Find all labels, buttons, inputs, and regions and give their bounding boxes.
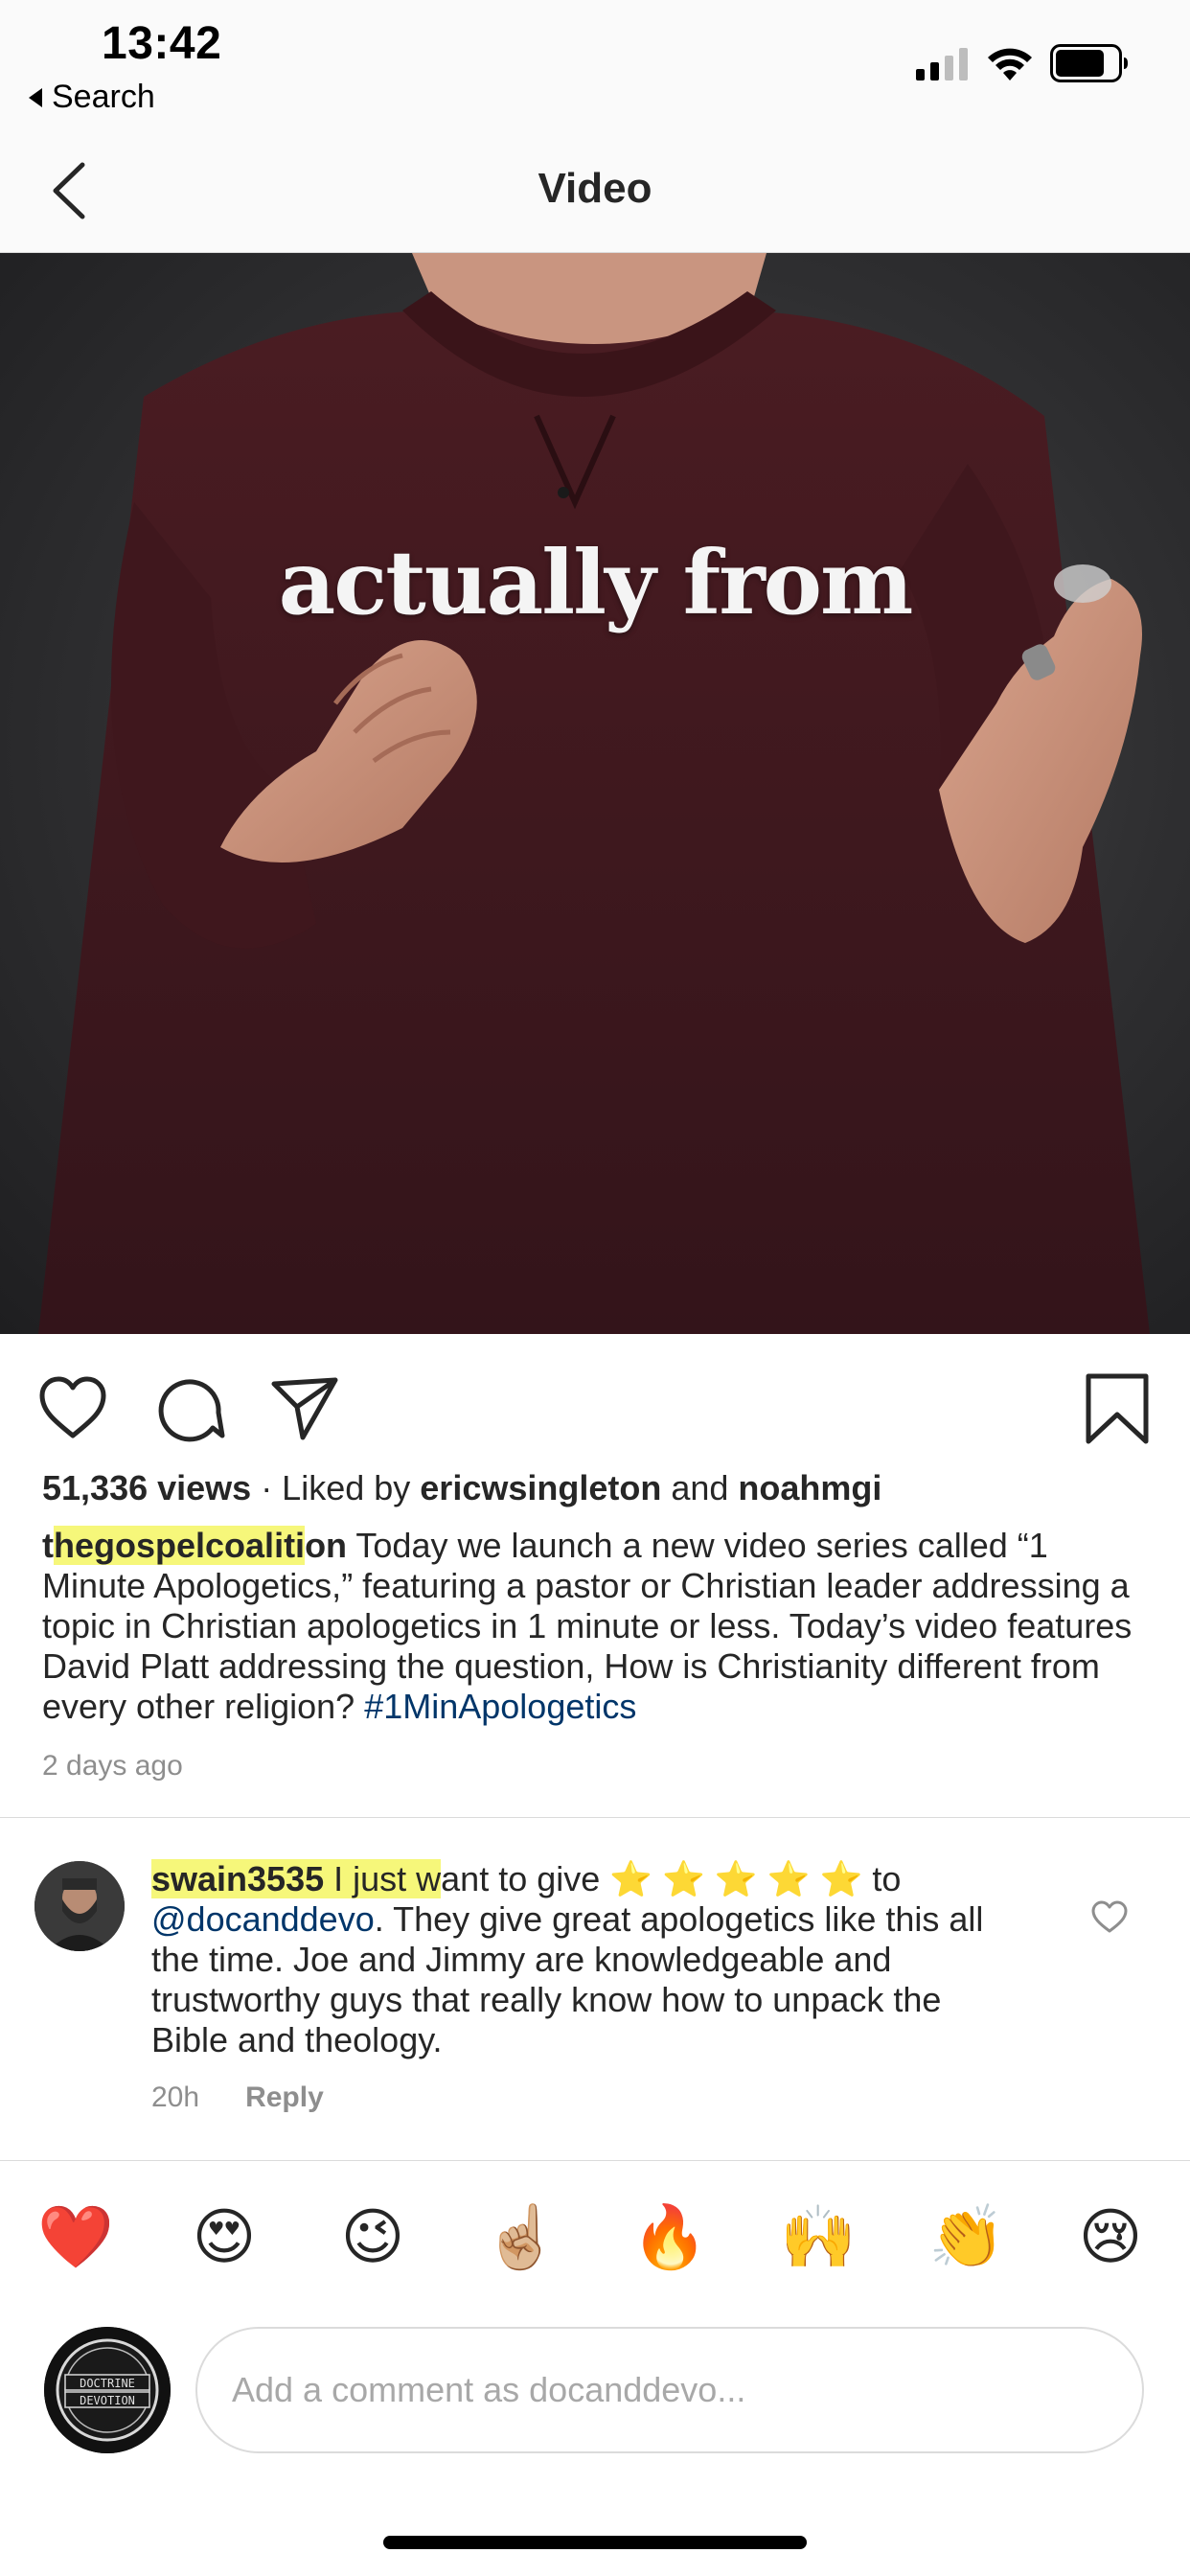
back-to-app-link[interactable]: Search (29, 79, 155, 116)
bookmark-icon[interactable] (1081, 1372, 1154, 1445)
back-app-label: Search (52, 79, 155, 115)
emoji-point-up-button[interactable]: ☝🏼 (478, 2195, 564, 2281)
emoji-fire-button[interactable]: 🔥 (627, 2195, 713, 2281)
comment-bubble-icon[interactable] (153, 1372, 226, 1445)
emoji-quick-bar: ❤️ 😍 😉 ☝🏼 🔥 🙌 👏 😢 (0, 2195, 1190, 2281)
caption-username[interactable]: thegospelcoalition (42, 1526, 347, 1565)
comment-input[interactable] (195, 2327, 1144, 2453)
comment-text-after-stars: to (862, 1859, 902, 1898)
post-caption: thegospelcoalition Today we launch a new… (42, 1526, 1154, 1727)
heart-icon[interactable] (36, 1372, 109, 1445)
video-caption-overlay: actually from (278, 531, 914, 634)
divider (0, 1817, 1190, 1818)
comment-stars: ⭐ ⭐ ⭐ ⭐ ⭐ (609, 1859, 863, 1898)
views-count[interactable]: 51,336 views (42, 1468, 251, 1507)
emoji-clap-button[interactable]: 👏 (924, 2195, 1010, 2281)
logo-text-1: DOCTRINE (80, 2377, 135, 2390)
caption-username-highlight: hegospelcoaliti (54, 1526, 306, 1565)
divider (0, 2160, 1190, 2161)
status-time: 13:42 (102, 18, 222, 69)
small-heart-icon[interactable] (1090, 1899, 1129, 1934)
page-title: Video (538, 165, 652, 212)
post-actions-bar (0, 1334, 1190, 1468)
post-time-ago: 2 days ago (42, 1750, 183, 1782)
commenter-avatar[interactable] (34, 1861, 125, 1951)
wifi-icon (988, 48, 1032, 80)
comment-text-before-stars: ant to give (441, 1859, 610, 1898)
liked-by-prefix: · Liked by (251, 1468, 421, 1507)
paper-plane-icon[interactable] (268, 1372, 341, 1445)
video-player[interactable]: actually from (0, 253, 1190, 1334)
liked-user-2[interactable]: noahmgi (738, 1468, 881, 1507)
comment-mention[interactable]: @docanddevo (151, 1899, 375, 1939)
home-indicator[interactable] (383, 2536, 807, 2549)
logo-text-2: DEVOTION (80, 2394, 135, 2407)
video-frame-illustration (38, 253, 1150, 1334)
liked-and: and (661, 1468, 739, 1507)
emoji-wink-button[interactable]: 😉 (330, 2195, 416, 2281)
reply-button[interactable]: Reply (245, 2082, 324, 2114)
comment-highlight: I just w (324, 1859, 442, 1898)
back-triangle-icon (29, 87, 42, 107)
comment-time: 20h (151, 2082, 200, 2113)
signal-bars-icon (916, 48, 968, 80)
emoji-raised-hands-button[interactable]: 🙌 (775, 2195, 861, 2281)
caption-username-end: on (305, 1526, 348, 1565)
emoji-heart-button[interactable]: ❤️ (33, 2195, 119, 2281)
emoji-heart-eyes-button[interactable]: 😍 (181, 2195, 267, 2281)
commenter-avatar-image (34, 1861, 125, 1951)
caption-username-start: t (42, 1526, 54, 1565)
comment-text: swain3535 I just want to give ⭐ ⭐ ⭐ ⭐ ⭐ … (151, 1859, 1014, 2060)
caption-hashtag[interactable]: #1MinApologetics (364, 1687, 636, 1726)
comment-username[interactable]: swain3535 (151, 1859, 325, 1898)
composer-avatar: DOCTRINE DEVOTION (44, 2327, 171, 2453)
battery-icon (1050, 44, 1128, 82)
doctrine-devotion-logo: DOCTRINE DEVOTION (44, 2327, 171, 2453)
liked-user-1[interactable]: ericwsingleton (420, 1468, 661, 1507)
views-and-likes: 51,336 views · Liked by ericwsingleton a… (42, 1468, 881, 1508)
comment-meta: 20h Reply (151, 2082, 324, 2114)
nav-header: Video (0, 134, 1190, 253)
status-bar: 13:42 Search (0, 0, 1190, 134)
emoji-cry-button[interactable]: 😢 (1067, 2195, 1154, 2281)
